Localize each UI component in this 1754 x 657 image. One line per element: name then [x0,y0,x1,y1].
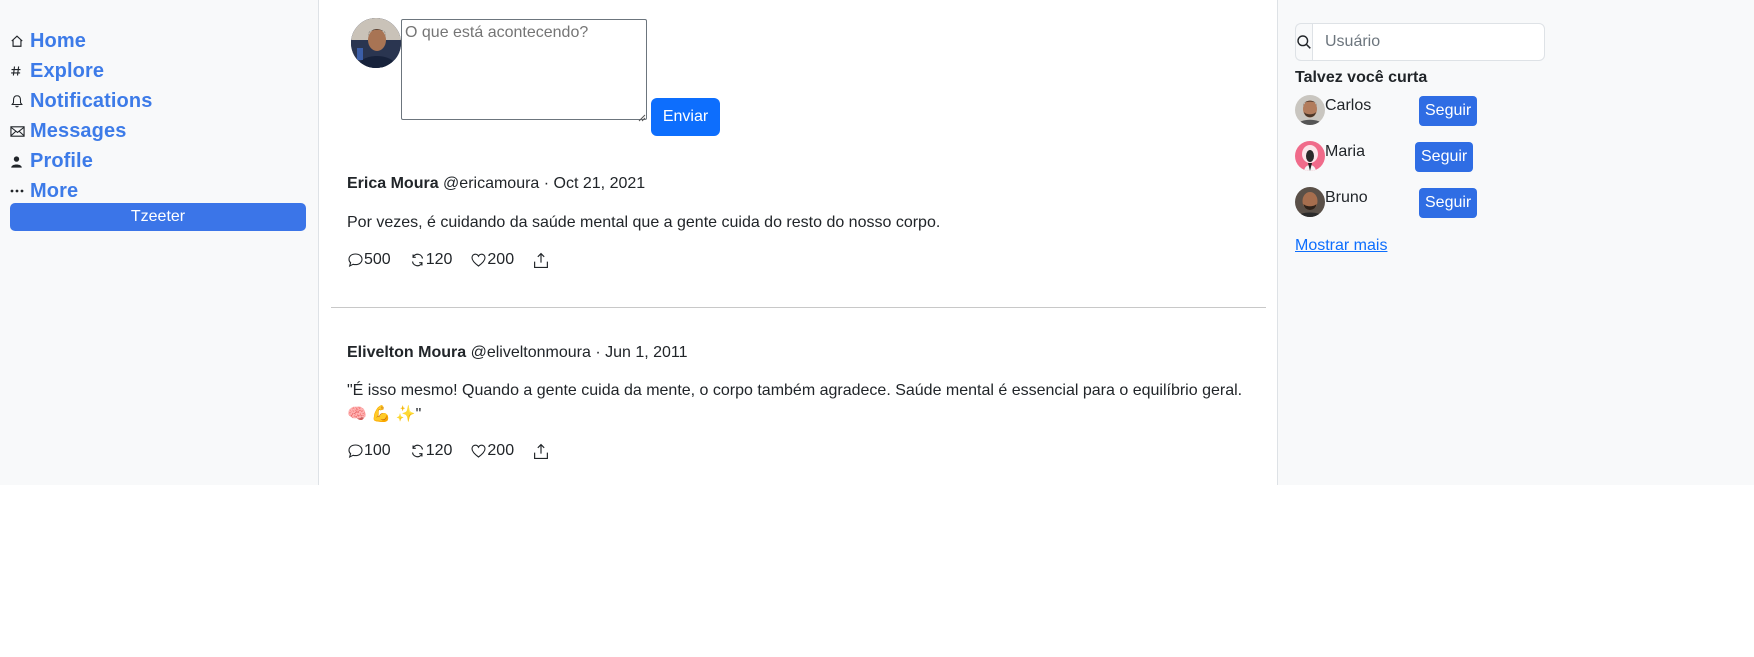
comment-icon [347,252,364,268]
heart-icon [470,443,487,459]
tweet-author-name[interactable]: Erica Moura [347,175,439,192]
tweet-text-line: "É isso mesmo! Quando a gente cuida da m… [347,382,1243,399]
tweet-actions: 500 120 200 [347,251,1267,269]
home-icon [10,34,30,48]
suggestion-item: Maria Seguir [1295,141,1495,173]
avatar [1295,141,1325,171]
compose-textarea[interactable] [401,19,647,120]
hash-icon [10,65,30,77]
tweet-divider [331,307,1266,308]
like-count: 200 [487,442,515,459]
nav-item-home[interactable]: Home [10,26,152,56]
tweet-text-line: 🧠 💪 ✨" [347,406,422,423]
tweet-card: Erica Moura @ericamoura · Oct 21, 2021 P… [347,173,1267,269]
share-icon [532,443,550,460]
suggestion-name[interactable]: Carlos [1325,97,1371,115]
retweet-count: 120 [425,251,453,268]
comment-count: 100 [364,442,391,459]
follow-button[interactable]: Seguir [1419,188,1478,218]
comment-count: 500 [364,251,391,268]
retweet-count: 120 [425,442,453,459]
like-button[interactable]: 200 [470,251,514,269]
main-nav: Home Explore Notifications Messages Prof… [10,26,152,206]
tweet-header: Erica Moura @ericamoura · Oct 21, 2021 [347,173,1267,195]
tzeeter-button[interactable]: Tzeeter [10,203,306,231]
comment-button[interactable]: 100 [347,442,391,460]
follow-button[interactable]: Seguir [1419,96,1478,126]
retweet-icon [409,252,426,268]
user-search [1295,23,1545,61]
tweet-actions: 100 120 200 [347,442,1267,460]
tweet-text: "É isso mesmo! Quando a gente cuida da m… [347,379,1267,427]
suggestion-item: Bruno Seguir [1295,187,1495,219]
follow-button[interactable]: Seguir [1415,142,1474,172]
right-sidebar: Talvez você curta Carlos Seguir Maria Se… [1277,0,1754,485]
heart-icon [470,252,487,268]
suggestions-title: Talvez você curta [1295,69,1428,86]
nav-item-more[interactable]: More [10,176,152,206]
left-sidebar: Home Explore Notifications Messages Prof… [0,0,319,485]
avatar [351,18,401,68]
tweet-header: Elivelton Moura @eliveltonmoura · Jun 1,… [347,342,1267,364]
tweet-meta: @eliveltonmoura · Jun 1, 2011 [470,344,688,361]
tweet-text: Por vezes, é cuidando da saúde mental qu… [347,214,941,231]
resize-handle-icon[interactable] [636,109,646,122]
ellipsis-icon [10,189,30,193]
like-button[interactable]: 200 [470,442,514,460]
nav-label-home: Home [30,29,86,52]
send-button[interactable]: Enviar [651,98,720,136]
comment-button[interactable]: 500 [347,251,391,269]
nav-label-messages: Messages [30,119,127,142]
tweet-author-name[interactable]: Elivelton Moura [347,344,466,361]
avatar [1295,187,1325,217]
nav-item-messages[interactable]: Messages [10,116,152,146]
share-icon [532,252,550,269]
tweet-meta: @ericamoura · Oct 21, 2021 [443,175,646,192]
retweet-button[interactable]: 120 [409,251,453,269]
search-input[interactable] [1312,23,1545,61]
search-icon[interactable] [1295,23,1312,61]
person-icon [10,155,30,168]
main-feed: Enviar Erica Moura @ericamoura · Oct 21,… [320,0,1277,485]
retweet-button[interactable]: 120 [409,442,453,460]
nav-item-notifications[interactable]: Notifications [10,86,152,116]
share-button[interactable] [532,252,550,269]
retweet-icon [409,443,426,459]
nav-item-explore[interactable]: Explore [10,56,152,86]
bell-icon [10,94,30,108]
share-button[interactable] [532,443,550,460]
envelope-icon [10,125,30,138]
nav-label-more: More [30,179,79,202]
comment-icon [347,443,364,459]
nav-label-explore: Explore [30,59,105,82]
avatar [1295,95,1325,125]
tweet-card: Elivelton Moura @eliveltonmoura · Jun 1,… [347,342,1267,460]
nav-label-profile: Profile [30,149,93,172]
show-more-link[interactable]: Mostrar mais [1295,237,1387,255]
suggestion-name[interactable]: Bruno [1325,189,1368,207]
suggestion-item: Carlos Seguir [1295,95,1495,127]
suggestion-name[interactable]: Maria [1325,143,1365,161]
nav-label-notifications: Notifications [30,89,153,112]
like-count: 200 [487,251,515,268]
nav-item-profile[interactable]: Profile [10,146,152,176]
